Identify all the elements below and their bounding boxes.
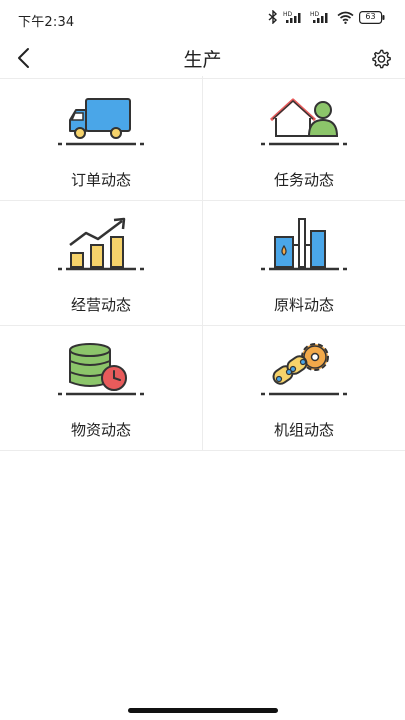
gear-chain-icon (261, 343, 347, 396)
battery-icon: 63 (359, 10, 385, 24)
menu-item-business-status[interactable]: 经营动态 (0, 201, 202, 326)
menu-row: 订单动态 任务动态 (0, 76, 405, 201)
menu-item-label: 任务动态 (273, 171, 334, 189)
growth-chart-icon (58, 217, 144, 271)
menu-item-order-status[interactable]: 订单动态 (0, 76, 202, 201)
page-title: 生产 (183, 49, 222, 71)
menu-item-label: 机组动态 (273, 421, 334, 439)
settings-button[interactable] (367, 45, 395, 73)
home-user-icon (261, 98, 347, 146)
battery-level: 63 (365, 11, 376, 21)
bluetooth-icon (268, 10, 278, 24)
menu-item-label: 原料动态 (273, 296, 334, 314)
hd-signal-icon: HD (310, 10, 332, 24)
menu-item-label: 订单动态 (70, 171, 131, 189)
app-bar: 生产 (0, 37, 405, 79)
gear-icon (372, 49, 391, 69)
database-clock-icon (58, 343, 144, 396)
hd-signal-icon: HD (283, 10, 305, 24)
menu-item-unit-status[interactable]: 机组动态 (202, 326, 405, 451)
menu-grid: 订单动态 任务动态 经营动态 原料动态 物资动态 机组动态 (0, 76, 405, 451)
home-indicator[interactable] (128, 708, 278, 713)
delivery-truck-icon (58, 98, 144, 146)
menu-row: 物资动态 机组动态 (0, 326, 405, 451)
menu-item-label: 经营动态 (70, 296, 131, 314)
status-time: 下午2:34 (18, 15, 75, 30)
menu-row: 经营动态 原料动态 (0, 201, 405, 326)
menu-item-task-status[interactable]: 任务动态 (202, 76, 405, 201)
wifi-icon (337, 11, 354, 24)
status-bar: 下午2:34 HD HD 63 (0, 0, 405, 36)
svg-text:HD: HD (310, 11, 320, 18)
menu-item-materials-status[interactable]: 物资动态 (0, 326, 202, 451)
menu-item-raw-material-status[interactable]: 原料动态 (202, 201, 405, 326)
svg-text:HD: HD (283, 11, 293, 18)
menu-item-label: 物资动态 (70, 421, 131, 439)
raw-material-tank-icon (261, 218, 347, 271)
status-icons: HD HD 63 (268, 10, 385, 24)
